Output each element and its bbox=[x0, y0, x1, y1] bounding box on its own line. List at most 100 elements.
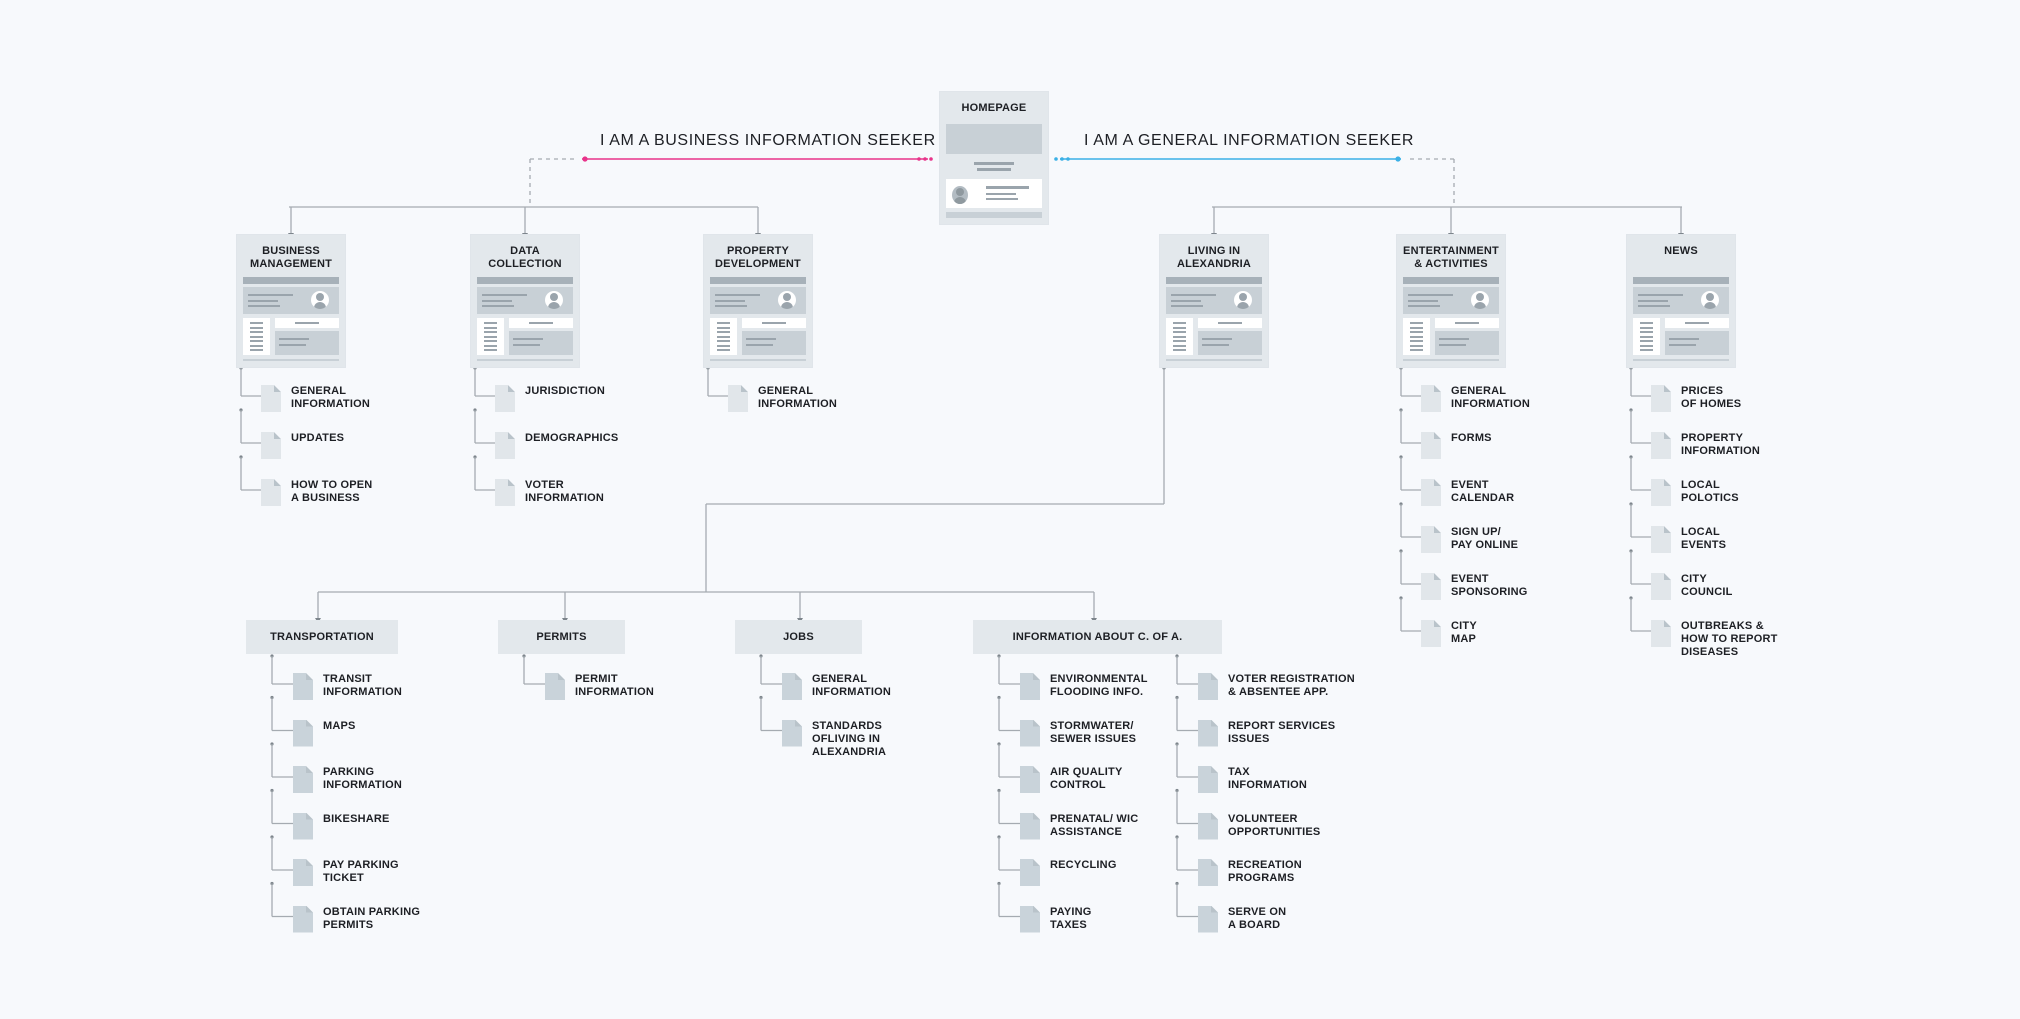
wireframe-list-line bbox=[1173, 335, 1186, 338]
avatar-icon bbox=[545, 291, 563, 309]
persona-label-business: I AM A BUSINESS INFORMATION SEEKER bbox=[600, 132, 936, 149]
wireframe-text-line bbox=[1685, 322, 1709, 324]
leaf-label-line: PRICES bbox=[1681, 385, 1724, 397]
leaf-label-line: SPONSORING bbox=[1451, 586, 1528, 598]
leaf-page-label: JURISDICTION bbox=[525, 385, 605, 398]
document-icon bbox=[1651, 385, 1671, 412]
wireframe-text-line bbox=[513, 344, 540, 346]
document-icon bbox=[293, 859, 313, 886]
wireframe-text-line bbox=[513, 338, 543, 340]
leaf-label-line: INFORMATION bbox=[1451, 398, 1530, 410]
leaf-label-line: INFORMATION bbox=[812, 686, 891, 698]
document-icon bbox=[1421, 526, 1441, 553]
path-dot bbox=[1054, 157, 1058, 161]
document-icon bbox=[1421, 432, 1441, 459]
document-icon bbox=[261, 385, 281, 412]
section-card-news[interactable]: NEWS bbox=[1627, 235, 1735, 367]
leaf-page-label: GENERAL INFORMATION bbox=[812, 673, 891, 699]
wireframe-text-line bbox=[279, 344, 306, 346]
path-dot bbox=[929, 157, 933, 161]
leaf-page-label: PAYING TAXES bbox=[1050, 906, 1092, 932]
homepage-footer-placeholder bbox=[946, 212, 1042, 218]
leaf-label-line: LOCAL bbox=[1681, 479, 1720, 491]
business-path-endpoint bbox=[582, 156, 588, 162]
leaf-page-label: CITY MAP bbox=[1451, 620, 1477, 646]
section-title-line: MANAGEMENT bbox=[249, 258, 333, 270]
document-icon bbox=[1198, 905, 1218, 933]
document-icon bbox=[1421, 385, 1441, 412]
subsection-transportation[interactable]: TRANSPORTATION bbox=[246, 620, 398, 654]
section-title-line: ENTERTAINMENT bbox=[1403, 245, 1499, 257]
subsection-jobs[interactable]: JOBS bbox=[735, 620, 862, 654]
wireframe-text-line bbox=[1408, 294, 1453, 296]
wireframe-list-line bbox=[1640, 349, 1653, 351]
section-title: NEWS bbox=[1627, 245, 1735, 258]
section-title-line: NEWS bbox=[1664, 245, 1698, 257]
document-icon bbox=[293, 673, 313, 700]
document-icon bbox=[782, 719, 802, 747]
connector-dot bbox=[1175, 881, 1179, 886]
section-card-property-development[interactable]: PROPERTY DEVELOPMENT bbox=[704, 235, 812, 367]
wireframe-nav-bar bbox=[477, 277, 573, 284]
homepage-card[interactable]: HOMEPAGE bbox=[940, 92, 1048, 224]
wireframe-list-line bbox=[1173, 340, 1186, 342]
avatar-icon bbox=[1234, 291, 1252, 309]
section-title: PROPERTY DEVELOPMENT bbox=[704, 245, 812, 271]
leaf-label-line: OF HOMES bbox=[1681, 398, 1742, 410]
wireframe-list-line bbox=[484, 335, 497, 338]
subsection-permits[interactable]: PERMITS bbox=[498, 620, 625, 654]
wireframe-text-line bbox=[1218, 322, 1242, 324]
wireframe-footer bbox=[1633, 359, 1729, 361]
wireframe-text-line bbox=[1638, 300, 1668, 302]
document-icon bbox=[293, 766, 313, 793]
wireframe-list-line bbox=[717, 326, 730, 329]
connector-dot bbox=[270, 742, 274, 746]
connector-dot bbox=[270, 695, 274, 700]
wireframe-list-line bbox=[1640, 326, 1653, 329]
wireframe-nav-bar bbox=[243, 277, 339, 284]
leaf-page-label: TAX INFORMATION bbox=[1228, 766, 1307, 792]
wireframe-text-line bbox=[248, 294, 293, 296]
homepage-text-line bbox=[986, 186, 1029, 189]
leaf-label-line: AIR QUALITY bbox=[1050, 766, 1123, 778]
wireframe-text-line bbox=[482, 305, 514, 307]
connector-dot bbox=[1175, 654, 1179, 658]
wireframe-text-line bbox=[529, 322, 553, 324]
subsection-information-about-c-of-a[interactable]: INFORMATION ABOUT C. OF A. bbox=[973, 620, 1222, 654]
leaf-label-line: VOTER bbox=[525, 479, 564, 491]
section-card-living-in-alexandria[interactable]: LIVING IN ALEXANDRIA bbox=[1160, 235, 1268, 367]
wireframe-list-line bbox=[1640, 322, 1653, 324]
section-card-data-collection[interactable]: DATA COLLECTION bbox=[471, 235, 579, 367]
document-icon bbox=[1198, 719, 1218, 747]
section-card-business-management[interactable]: BUSINESS MANAGEMENT bbox=[237, 235, 345, 367]
wireframe-text-line bbox=[762, 322, 786, 324]
leaf-page-label: UPDATES bbox=[291, 432, 344, 445]
wireframe-list-line bbox=[484, 326, 497, 329]
wireframe-list-line bbox=[1173, 322, 1186, 324]
section-card-entertainment-activities[interactable]: ENTERTAINMENT & ACTIVITIES bbox=[1397, 235, 1505, 367]
leaf-page-label: EVENT SPONSORING bbox=[1451, 573, 1528, 599]
document-icon bbox=[1020, 673, 1040, 700]
connector-dot bbox=[1629, 408, 1633, 412]
leaf-label-line: INFORMATION bbox=[525, 492, 604, 504]
leaf-page-label: LOCAL EVENTS bbox=[1681, 526, 1726, 552]
homepage-text-line bbox=[974, 162, 1014, 165]
connector-dot bbox=[997, 654, 1001, 658]
leaf-label-line: INFORMATION bbox=[1228, 779, 1307, 791]
leaf-label-line: VOTER REGISTRATION bbox=[1228, 673, 1355, 685]
wireframe-nav-bar bbox=[1633, 277, 1729, 284]
wireframe-list-line bbox=[1410, 344, 1423, 347]
leaf-page-label: OBTAIN PARKING PERMITS bbox=[323, 906, 420, 932]
leaf-label-line: REPORT SERVICES bbox=[1228, 719, 1336, 732]
connector-dot bbox=[473, 455, 477, 459]
document-icon bbox=[782, 673, 802, 700]
document-icon bbox=[495, 432, 515, 459]
wireframe-text-line bbox=[715, 305, 747, 307]
wireframe-content bbox=[742, 331, 806, 355]
leaf-page-label: MAPS bbox=[323, 720, 356, 733]
wireframe-nav-bar bbox=[710, 277, 806, 284]
document-icon bbox=[1421, 573, 1441, 600]
leaf-page-label: VOLUNTEER OPPORTUNITIES bbox=[1228, 813, 1320, 839]
leaf-page-label: REPORT SERVICES ISSUES bbox=[1228, 720, 1335, 746]
connector-dot bbox=[270, 788, 274, 793]
